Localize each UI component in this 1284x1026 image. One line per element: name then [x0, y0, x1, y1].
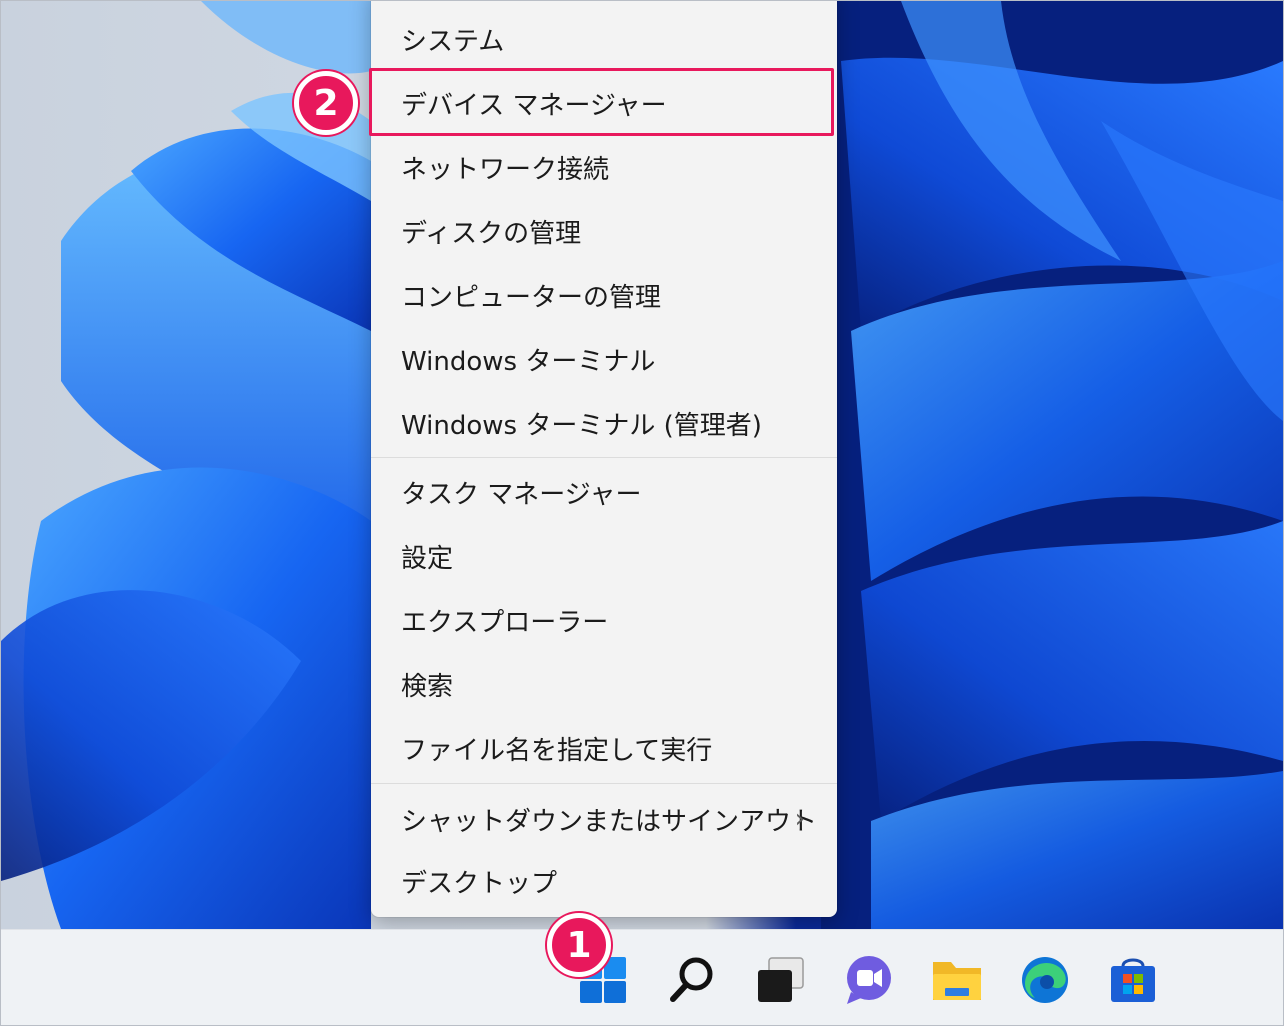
- menu-item-task-manager[interactable]: タスク マネージャー: [371, 464, 837, 520]
- menu-item-label: シャットダウンまたはサインアウト: [401, 806, 818, 837]
- store-icon[interactable]: [1107, 954, 1159, 1006]
- menu-item-label: 設定: [401, 543, 454, 574]
- menu-item-label: 検索: [401, 671, 454, 702]
- file-explorer-icon[interactable]: [931, 954, 983, 1006]
- menu-item-label: ネットワーク接続: [401, 154, 610, 185]
- menu-item-run[interactable]: ファイル名を指定して実行: [371, 720, 837, 776]
- menu-item-label: Windows ターミナル (管理者): [401, 410, 762, 441]
- menu-item-file-explorer[interactable]: エクスプローラー: [371, 592, 837, 648]
- winx-context-menu: [371, 1, 837, 917]
- taskbar: [1, 929, 1283, 1025]
- menu-item-windows-terminal-admin[interactable]: Windows ターミナル (管理者): [371, 395, 837, 451]
- menu-item-desktop[interactable]: デスクトップ: [371, 853, 837, 909]
- menu-item-windows-terminal[interactable]: Windows ターミナル: [371, 331, 837, 387]
- chat-icon[interactable]: [843, 954, 895, 1006]
- menu-item-search[interactable]: 検索: [371, 656, 837, 712]
- menu-item-disk-management[interactable]: ディスクの管理: [371, 203, 837, 259]
- menu-item-computer-management[interactable]: コンピューターの管理: [371, 267, 837, 323]
- menu-item-shutdown-signout[interactable]: シャットダウンまたはサインアウト ›: [371, 791, 837, 847]
- step-badge-2: 2: [294, 71, 358, 135]
- menu-separator: [371, 783, 837, 784]
- menu-item-label: ファイル名を指定して実行: [401, 735, 713, 766]
- menu-item-label: システム: [401, 26, 505, 57]
- screenshot-frame: システム デバイス マネージャー ネットワーク接続 ディスクの管理 コンピュータ…: [0, 0, 1284, 1026]
- task-view-icon[interactable]: [755, 954, 807, 1006]
- edge-icon[interactable]: [1019, 954, 1071, 1006]
- menu-item-label: エクスプローラー: [401, 607, 609, 638]
- menu-item-label: デスクトップ: [401, 868, 558, 899]
- search-icon[interactable]: [666, 954, 718, 1006]
- step-badge-1: 1: [547, 913, 611, 977]
- highlight-box-device-manager: [369, 68, 834, 136]
- menu-item-network-connections[interactable]: ネットワーク接続: [371, 139, 837, 195]
- menu-item-label: コンピューターの管理: [401, 282, 662, 313]
- menu-item-settings[interactable]: 設定: [371, 528, 837, 584]
- menu-item-label: ディスクの管理: [401, 218, 582, 249]
- chevron-right-icon: ›: [794, 804, 805, 834]
- menu-separator: [371, 457, 837, 458]
- menu-item-label: タスク マネージャー: [401, 479, 642, 510]
- menu-item-system[interactable]: システム: [371, 11, 837, 67]
- menu-item-label: Windows ターミナル: [401, 346, 656, 377]
